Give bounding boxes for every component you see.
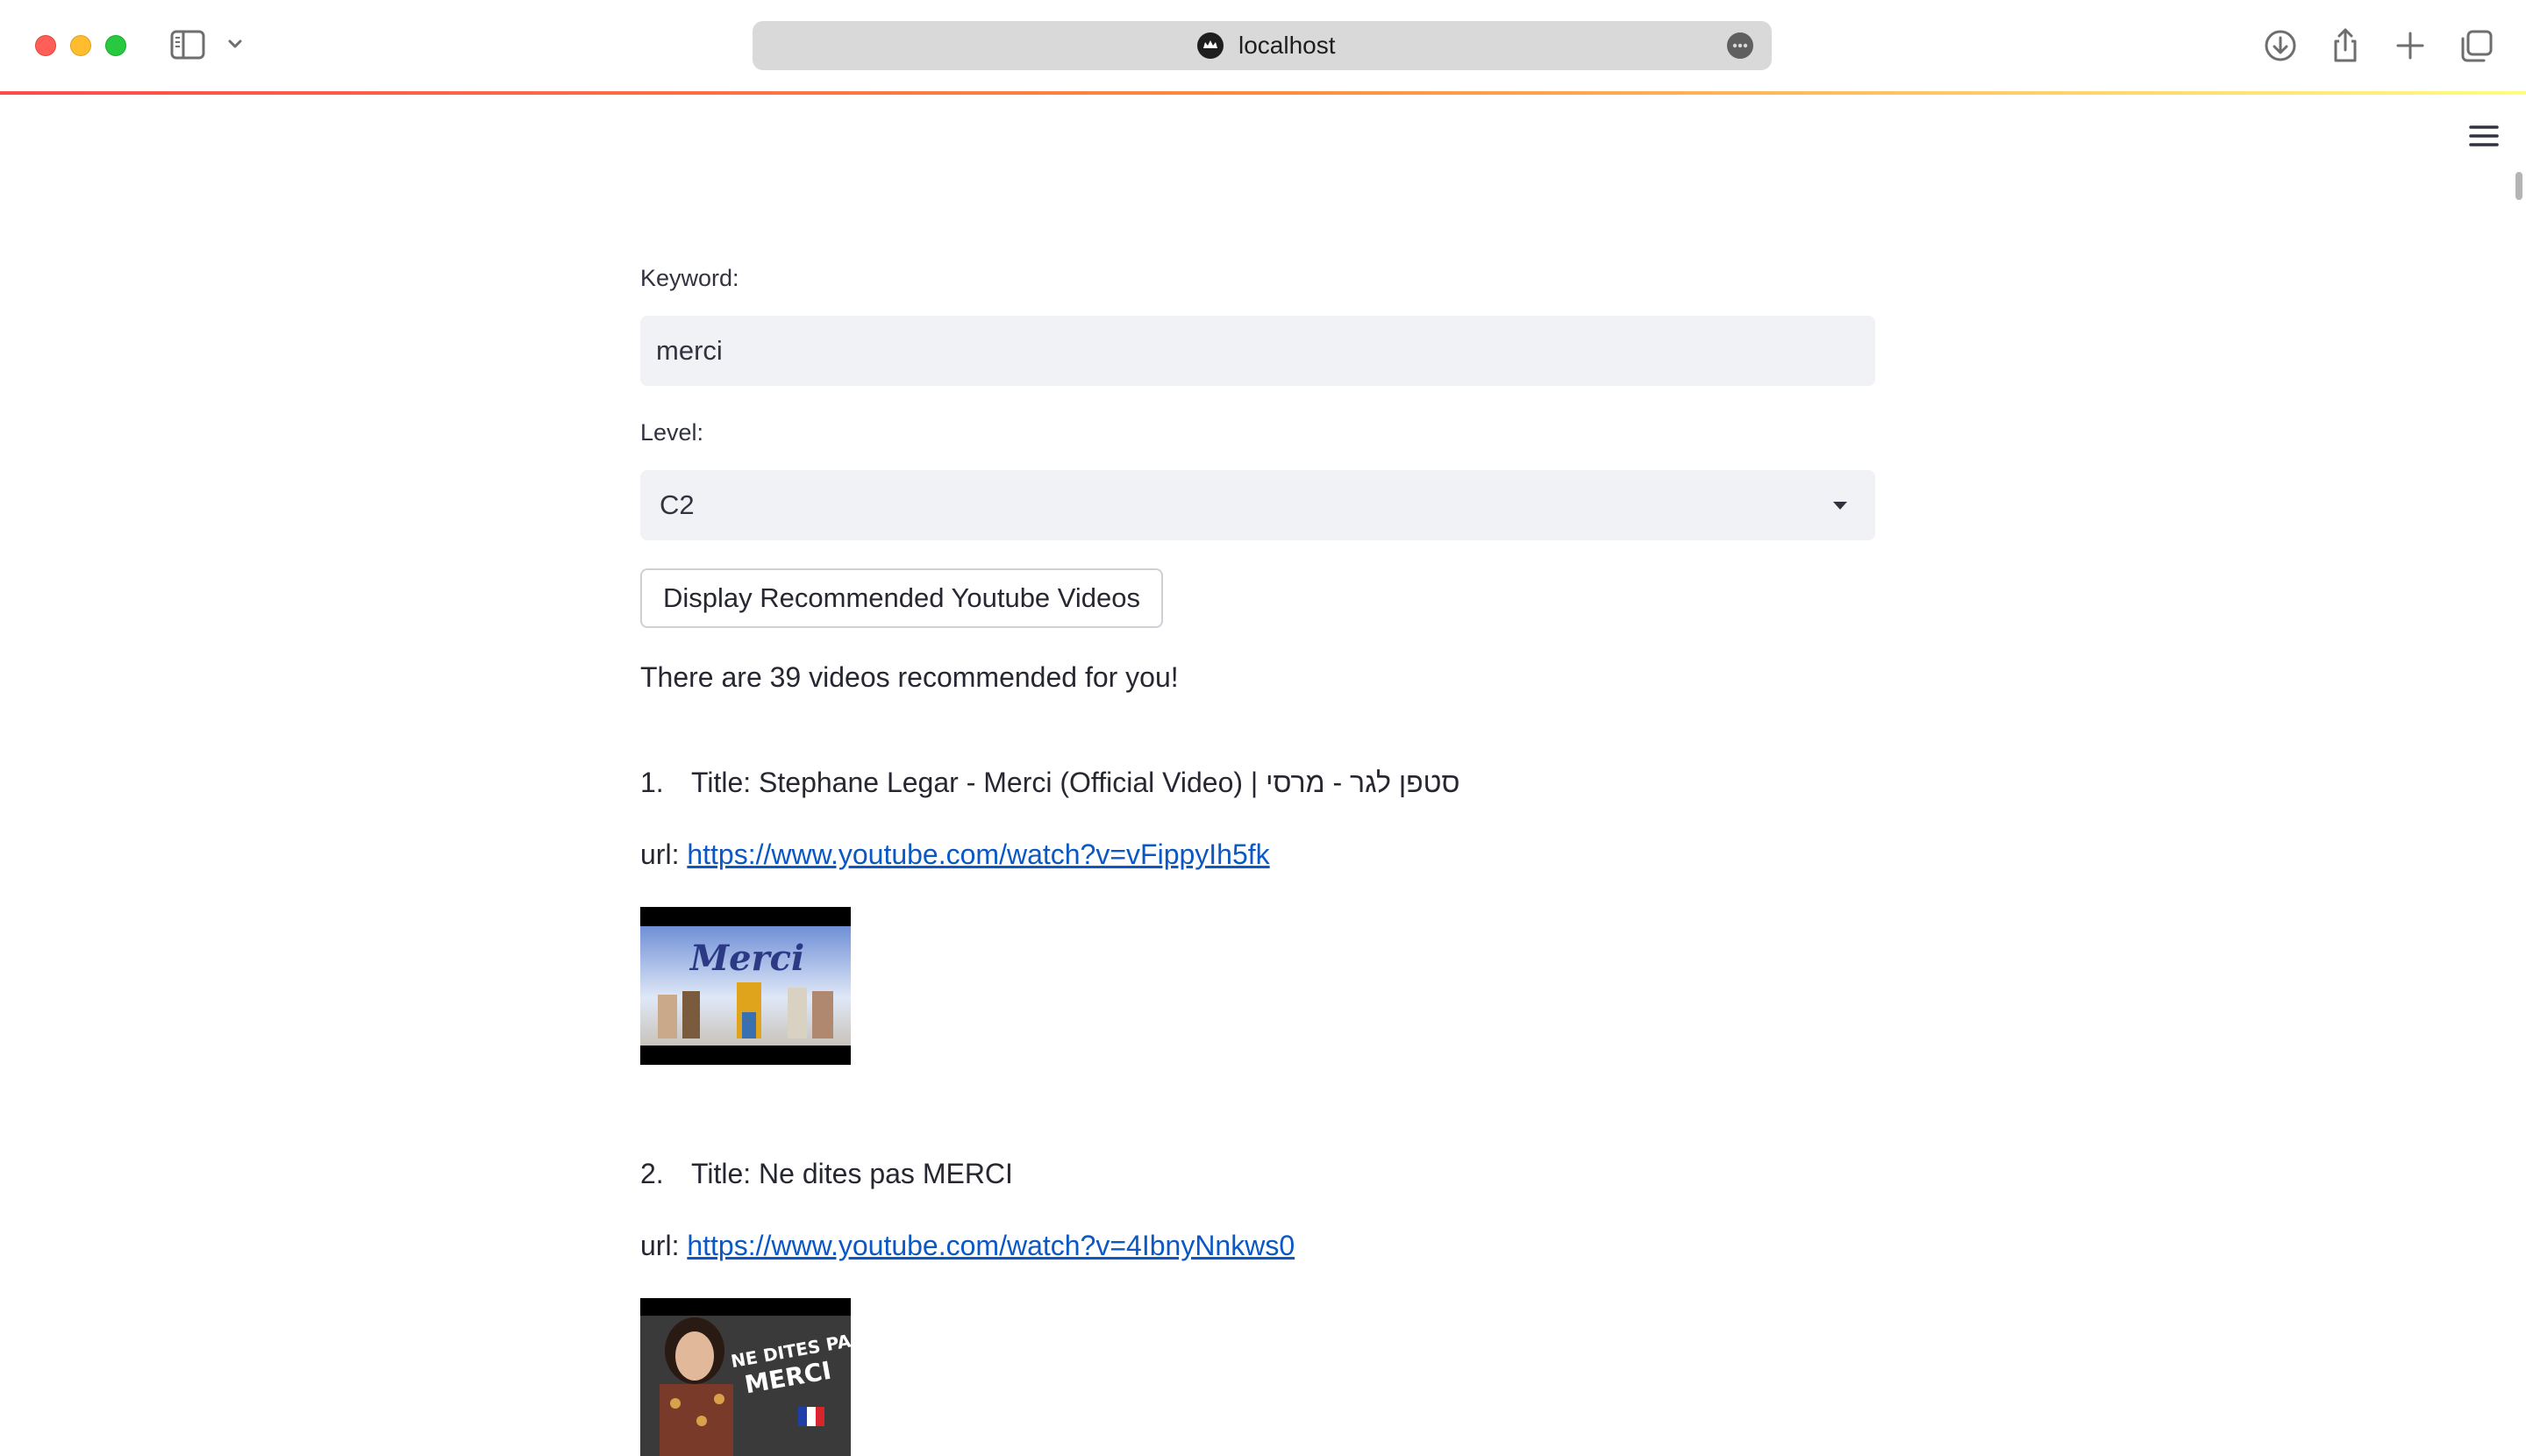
sidebar-toggle-icon[interactable] <box>170 30 205 60</box>
result-number: 2. <box>640 1158 664 1189</box>
result-title: 1. Title: Stephane Legar - Merci (Officia… <box>640 767 1460 799</box>
result-url-row: url: https://www.youtube.com/watch?v=4Ib… <box>640 1230 1295 1262</box>
keyword-input[interactable] <box>640 316 1875 386</box>
url-label: url: <box>640 1230 680 1261</box>
tab-overview-icon[interactable] <box>2458 26 2496 65</box>
level-label: Level: <box>640 419 704 446</box>
app-decoration-bar <box>0 91 2526 95</box>
site-favicon-icon <box>1197 32 1224 59</box>
keyword-label: Keyword: <box>640 265 739 291</box>
result-url-link[interactable]: https://www.youtube.com/watch?v=vFippyIh… <box>687 839 1269 870</box>
result-url-row: url: https://www.youtube.com/watch?v=vFi… <box>640 839 1270 871</box>
address-bar[interactable]: localhost <box>753 21 1772 70</box>
zoom-window-button[interactable] <box>105 35 126 56</box>
level-select[interactable]: C2 <box>640 470 1875 540</box>
chevron-down-icon[interactable] <box>225 33 246 54</box>
thumbnail-image: Merci <box>640 907 851 1065</box>
url-label: url: <box>640 839 680 870</box>
result-title-text: Title: Ne dites pas MERCI <box>691 1158 1013 1189</box>
level-selected-value: C2 <box>660 489 695 520</box>
video-thumbnail[interactable]: NE DITES PAS MERCI <box>640 1298 851 1456</box>
caret-down-icon <box>1833 502 1847 510</box>
main-menu-icon[interactable] <box>2468 123 2500 149</box>
page-scrollbar[interactable] <box>2515 172 2522 200</box>
thumbnail-caption: Merci <box>689 938 804 979</box>
url-text: localhost <box>1238 32 1336 59</box>
result-title-text: Title: Stephane Legar - Merci (Official … <box>691 767 1460 798</box>
minimize-window-button[interactable] <box>70 35 91 56</box>
download-icon[interactable] <box>2261 26 2300 65</box>
browser-toolbar: localhost <box>0 0 2526 91</box>
result-number: 1. <box>640 767 664 798</box>
display-videos-button[interactable]: Display Recommended Youtube Videos <box>640 568 1164 628</box>
result-url-link[interactable]: https://www.youtube.com/watch?v=4IbnyNnk… <box>687 1230 1295 1261</box>
more-options-icon[interactable] <box>1726 32 1754 60</box>
share-icon[interactable] <box>2326 26 2365 65</box>
new-tab-icon[interactable] <box>2391 26 2430 65</box>
thumbnail-image: NE DITES PAS MERCI <box>640 1298 851 1456</box>
close-window-button[interactable] <box>35 35 56 56</box>
result-title: 2. Title: Ne dites pas MERCI <box>640 1158 1013 1190</box>
video-thumbnail[interactable]: Merci <box>640 907 851 1065</box>
result-count-text: There are 39 videos recommended for you! <box>640 661 1179 693</box>
